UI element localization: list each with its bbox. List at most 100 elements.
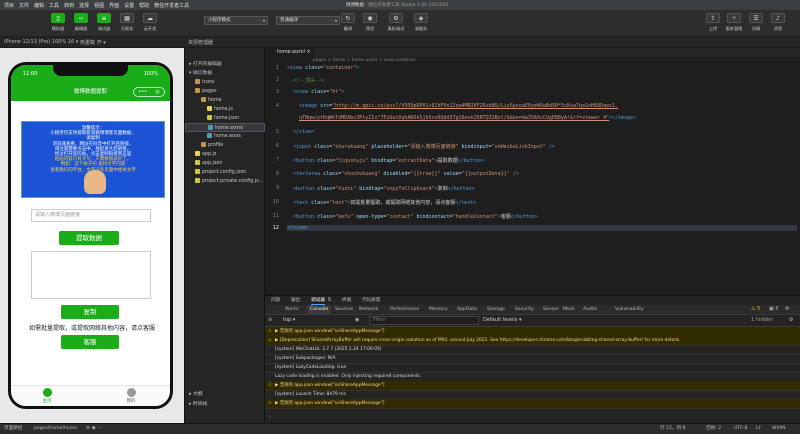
menu-file[interactable]: 文件 <box>19 2 29 9</box>
tree-item[interactable]: profile <box>185 141 265 150</box>
result-textarea[interactable] <box>31 251 151 299</box>
tree-item[interactable]: app.json <box>185 159 265 168</box>
console-tab[interactable]: Performance <box>390 305 419 315</box>
user-icon <box>126 388 136 397</box>
tree-item[interactable]: home.json <box>185 114 265 123</box>
tree-item[interactable]: project.private.config.js... <box>185 177 265 186</box>
devtools-tab[interactable]: 调试器 <box>311 296 325 305</box>
tree-item[interactable]: app.js <box>185 150 265 159</box>
section-outline[interactable]: ▸ 大纲 <box>185 390 265 399</box>
clear-console-icon[interactable]: ⊘ <box>268 317 272 323</box>
messages-button[interactable]: ♪ 消息 <box>768 13 788 32</box>
device-icon: ⚙ <box>389 13 403 23</box>
menu-devtools[interactable]: 微信开发者工具 <box>154 2 189 9</box>
section-project[interactable]: ▾ 微信数据 <box>185 69 265 78</box>
tree-item[interactable]: pages <box>185 87 265 96</box>
console-tab[interactable]: Console <box>307 305 332 315</box>
line-number: 4 <box>275 103 279 109</box>
console-tab[interactable]: Network <box>359 305 378 315</box>
editor-toggle-button[interactable]: ‹› 编辑器 <box>71 13 91 32</box>
hot-reload-toggle[interactable]: 热重载 开 ▾ <box>80 39 106 46</box>
tree-item[interactable]: home <box>185 96 265 105</box>
tree-item[interactable]: home.wxss <box>185 132 265 141</box>
menu-select[interactable]: 选择 <box>79 2 89 9</box>
menu-project[interactable]: 项目 <box>4 2 14 9</box>
tab-home-wxml[interactable]: home.wxml × <box>265 48 315 57</box>
compile-mode-select[interactable]: 普通编译 ▾ <box>276 16 340 25</box>
menu-edit[interactable]: 编辑 <box>34 2 44 9</box>
console-tab[interactable]: Audits <box>583 305 597 315</box>
section-open-editors[interactable]: ▸ 打开的编辑器 <box>185 60 265 69</box>
upload-button[interactable]: ⇪ 上传 <box>703 13 723 32</box>
tree-item[interactable]: icons <box>185 78 265 87</box>
tab-home[interactable]: 主页 <box>37 388 57 404</box>
context-select[interactable]: top ▾ <box>283 317 343 323</box>
extract-button[interactable]: 提取数据 <box>59 231 119 245</box>
device-select[interactable]: iPhone 12/13 (Pro) 100% 16 ▾ <box>4 39 78 45</box>
eye-icon[interactable]: ◉ <box>355 317 359 323</box>
console-tab[interactable]: Storage <box>487 305 505 315</box>
cloud-dev-button[interactable]: ☁ 云开发 <box>140 13 160 32</box>
close-icon[interactable]: × <box>306 50 310 55</box>
tab-mine[interactable]: 我的 <box>121 388 141 404</box>
section-timeline[interactable]: ▸ 时间线 <box>185 400 265 409</box>
devtools-tab[interactable]: 代码质量 <box>362 296 380 305</box>
log-levels-select[interactable]: Default levels ▾ <box>483 317 521 323</box>
devtools-tab[interactable]: 问题 <box>271 296 280 305</box>
link-input[interactable]: 请输入微博页面链接 <box>31 209 151 222</box>
sub-toolbar: iPhone 12/13 (Pro) 100% 16 ▾ 热重载 开 ▾ 资源管… <box>0 37 800 48</box>
menu-settings[interactable]: 设置 <box>124 2 134 9</box>
devtools-tab[interactable]: 终端 <box>342 296 351 305</box>
pointing-hand-icon <box>84 170 106 194</box>
menu-tools[interactable]: 工具 <box>49 2 59 9</box>
console-tab[interactable]: Sensor <box>543 305 559 315</box>
tree-item[interactable]: home.wxml <box>185 123 265 132</box>
remote-debug-button[interactable]: ⚙ 真机调试 <box>386 13 406 32</box>
tree-item-label: pages <box>202 89 217 94</box>
close-circle-icon[interactable]: ◎ <box>155 83 159 101</box>
settings-icon[interactable]: ⚙ <box>785 306 789 312</box>
nav-bar: 微博数据提取 ••• ◎ <box>11 83 170 101</box>
copy-button[interactable]: 复制 <box>61 305 119 319</box>
console-tab[interactable]: Sources <box>335 305 353 315</box>
console-tab[interactable]: Security <box>515 305 534 315</box>
preview-button[interactable]: ◉ 预览 <box>360 13 380 32</box>
version-button[interactable]: ⑂ 版本管理 <box>724 13 744 32</box>
debugger-toggle-button[interactable]: ≡ 调试器 <box>94 13 114 32</box>
menu-help[interactable]: 帮助 <box>139 2 149 9</box>
console-prompt-icon[interactable]: › <box>269 414 271 420</box>
console-tab[interactable]: Mock <box>563 305 575 315</box>
console-filter-input[interactable]: Filter <box>369 316 479 325</box>
menu-view[interactable]: 视图 <box>94 2 104 9</box>
clear-cache-button[interactable]: ◈ 清缓存 <box>411 13 431 32</box>
tree-item[interactable]: home.js <box>185 105 265 114</box>
compile-button[interactable]: ↻ 编译 <box>338 13 358 32</box>
console-tab[interactable]: Memory <box>429 305 448 315</box>
tree-item-label: project.config.json <box>202 170 247 175</box>
menu-goto[interactable]: 转到 <box>64 2 74 9</box>
console-message-text: ▶ 无效的 app.json window["onShareAppMessage… <box>275 383 385 388</box>
console-message-text: [system] WeChatLib: 3.7.7 (2025.1.24 17:… <box>275 347 382 352</box>
capsule-menu[interactable]: ••• ◎ <box>133 87 165 97</box>
tree-item[interactable]: project.config.json <box>185 168 265 177</box>
visual-button[interactable]: ▦ 可视化 <box>117 13 137 32</box>
console-tab[interactable]: Vulnerability <box>615 305 644 315</box>
menu-interface[interactable]: 界面 <box>109 2 119 9</box>
gear-icon[interactable]: ⚙ <box>789 317 793 323</box>
service-button[interactable]: 客服 <box>61 335 119 349</box>
phone-icon: ▯ <box>51 13 65 23</box>
tree-item-label: home.js <box>214 107 233 112</box>
tree-item-label: home.wxml <box>215 126 243 131</box>
tree-item-label: app.json <box>202 161 223 166</box>
console-message-text: ▶ 无效的 app.json window["onShareAppMessage… <box>275 401 385 406</box>
details-button[interactable]: ☰ 详情 <box>746 13 766 32</box>
mode-select[interactable]: 小程序模式 ▾ <box>204 16 268 25</box>
simulator-toggle-button[interactable]: ▯ 模拟器 <box>48 13 68 32</box>
more-icon[interactable]: ••• <box>138 83 147 101</box>
file-icon <box>201 97 206 102</box>
console-tab[interactable]: AppData <box>457 305 477 315</box>
devtools-tab[interactable]: 输出 <box>291 296 300 305</box>
tip-banner: 温馨提示： 小程序仅支持提取新浪微博博客页面数据， 请复制 浏览器查看，网址在抖… <box>21 121 165 198</box>
console-tab[interactable]: Wxml <box>285 305 298 315</box>
tree-item-label: app.js <box>202 152 217 157</box>
